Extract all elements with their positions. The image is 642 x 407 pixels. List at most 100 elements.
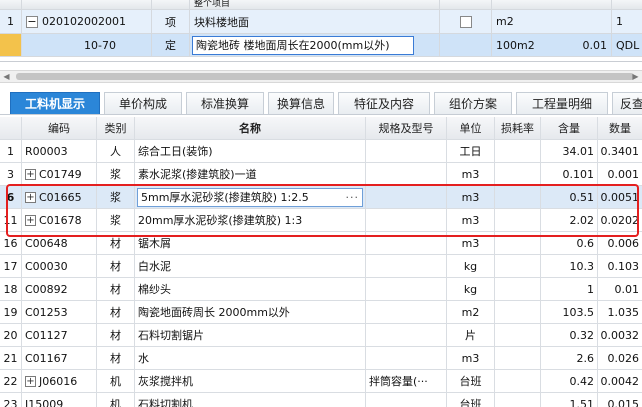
row-number: 20	[0, 324, 22, 346]
expand-icon[interactable]: +	[25, 191, 36, 203]
ellipsis-button[interactable]: ···	[346, 191, 360, 204]
table-row[interactable]: 23 J15009 机石料切割机 台班 1.51 0.015	[0, 393, 642, 407]
col-amount[interactable]: 数量	[598, 117, 642, 139]
cell-qty: 0.51	[541, 186, 598, 208]
top-row-bill-item[interactable]: 1 − 020102002001 项 块料楼地面 m2 1	[0, 10, 642, 34]
cell-amount: 0.001	[607, 167, 640, 181]
table-row[interactable]: 16 C00648 材锯木屑 m3 0.6 0.006	[0, 232, 642, 255]
scrollbar-thumb[interactable]	[16, 73, 634, 80]
cell-name: 棉纱头	[135, 278, 366, 300]
cell-name: 石料切割锯片	[135, 324, 366, 346]
quota-code: 10-70	[22, 34, 152, 56]
cell-amount: 0.0042	[600, 374, 640, 388]
code-text: C01678	[39, 213, 82, 227]
col-name[interactable]: 名称	[135, 117, 366, 139]
cell-spec	[366, 186, 447, 208]
top-row-checkbox[interactable]	[459, 15, 472, 28]
horizontal-scrollbar[interactable]: ◀ ▶	[0, 70, 642, 83]
top-row-quota-item[interactable]: 10-70 定 陶瓷地砖 楼地面周长在2000(mm以外) 100m2 0.01…	[0, 34, 642, 57]
cell-amount: 0.0032	[600, 328, 640, 342]
cell-name: 20mm厚水泥砂浆(掺建筑胶) 1:3	[135, 209, 366, 231]
current-row-marker	[0, 34, 22, 56]
row-number: 17	[0, 255, 22, 277]
cell-name: 灰浆搅拌机	[135, 370, 366, 392]
cell-type: 材	[97, 232, 135, 254]
cell-amount: 0.015	[607, 397, 640, 407]
tab-standard-conversion[interactable]: 标准换算	[186, 92, 264, 114]
cell-name: 水	[135, 347, 366, 369]
table-row[interactable]: 17 C00030 材白水泥 kg 10.3 0.103	[0, 255, 642, 278]
expand-icon[interactable]: +	[25, 214, 36, 226]
col-code[interactable]: 编码	[22, 117, 97, 139]
table-row[interactable]: 1 R00003 人综合工日(装饰) 工日 34.01 0.3401	[0, 140, 642, 163]
tab-unit-price[interactable]: 单价构成	[104, 92, 182, 114]
table-row[interactable]: 18 C00892 材棉纱头 kg 1 0.01	[0, 278, 642, 301]
cell-name: 综合工日(装饰)	[135, 140, 366, 162]
cell-loss	[495, 186, 541, 208]
cell-loss	[495, 347, 541, 369]
cell-spec	[366, 255, 447, 277]
col-loss[interactable]: 损耗率	[495, 117, 541, 139]
col-unit[interactable]: 单位	[447, 117, 495, 139]
cell-spec	[366, 232, 447, 254]
cell-spec	[366, 301, 447, 323]
cell-type: 浆	[97, 209, 135, 231]
code-text: C00030	[25, 259, 68, 273]
code-text: C00648	[25, 236, 68, 250]
cell-type: 浆	[97, 163, 135, 185]
code-text: C01167	[25, 351, 68, 365]
tab-quantity-detail[interactable]: 工程量明细	[516, 92, 608, 114]
name-input[interactable]: 5mm厚水泥砂浆(掺建筑胶) 1:2.5 ···	[137, 187, 363, 207]
table-row[interactable]: 6 + C01665 浆 5mm厚水泥砂浆(掺建筑胶) 1:2.5 ··· m3 0.51 0.…	[0, 186, 642, 209]
tab-reverse-lookup[interactable]: 反查	[612, 92, 642, 114]
cell-code: C00030	[22, 255, 97, 277]
cell-loss	[495, 278, 541, 300]
scroll-left-icon[interactable]: ◀	[0, 71, 13, 82]
cell-code: + C01665	[22, 186, 97, 208]
top-row-name: 块料楼地面	[190, 10, 440, 33]
code-text: R00003	[25, 144, 68, 158]
cell-loss	[495, 255, 541, 277]
row-number: 21	[0, 347, 22, 369]
scroll-right-icon[interactable]: ▶	[629, 71, 642, 82]
table-row[interactable]: 3 + C01749 浆素水泥浆(掺建筑胶)一道 m3 0.101 0.001	[0, 163, 642, 186]
tab-features[interactable]: 特征及内容	[338, 92, 430, 114]
cell-amount: 0.0051	[600, 190, 640, 204]
code-text: C01127	[25, 328, 68, 342]
quota-qty: 0.01	[582, 38, 608, 52]
cell-qty: 1	[541, 278, 598, 300]
cell-amount: 0.0202	[600, 213, 640, 227]
table-row[interactable]: 11 + C01678 浆 20mm厚水泥砂浆(掺建筑胶) 1:3 m3 2.02 0.020…	[0, 209, 642, 232]
cell-qty: 1.51	[541, 393, 598, 407]
code-text: C01253	[25, 305, 68, 319]
row-number: 19	[0, 301, 22, 323]
cell-type: 材	[97, 301, 135, 323]
code-text: C01749	[39, 167, 82, 181]
expand-icon[interactable]: +	[25, 375, 36, 387]
col-type[interactable]: 类别	[97, 117, 135, 139]
table-row[interactable]: 19 C01253 材陶瓷地面砖周长 2000mm以外 m2 103.5 1.035	[0, 301, 642, 324]
cell-amount: 1.035	[607, 305, 640, 319]
cell-unit: 台班	[447, 370, 495, 392]
cell-spec	[366, 347, 447, 369]
cell-qty: 0.32	[541, 324, 598, 346]
quota-name-input[interactable]: 陶瓷地砖 楼地面周长在2000(mm以外)	[192, 35, 414, 55]
top-grid-header: 整个项目	[0, 0, 642, 10]
cell-name: 锯木屑	[135, 232, 366, 254]
table-row[interactable]: 20 C01127 材石料切割锯片 片 0.32 0.0032	[0, 324, 642, 347]
table-row[interactable]: 21 C01167 材水 m3 2.6 0.026	[0, 347, 642, 370]
top-row-unit: m2	[492, 10, 612, 33]
col-spec[interactable]: 规格及型号	[366, 117, 447, 139]
tab-labor-material-machine[interactable]: 工料机显示	[10, 92, 100, 114]
collapse-icon[interactable]: −	[26, 15, 38, 28]
col-qty[interactable]: 含量	[541, 117, 598, 139]
cell-unit: m3	[447, 232, 495, 254]
cell-type: 材	[97, 347, 135, 369]
cell-name: 白水泥	[135, 255, 366, 277]
tab-pricing-scheme[interactable]: 组价方案	[434, 92, 512, 114]
tab-conversion-info[interactable]: 换算信息	[268, 92, 334, 114]
table-row[interactable]: 22 + J06016 机灰浆搅拌机 拌筒容量(··· 台班 0.42 0.0042	[0, 370, 642, 393]
cell-loss	[495, 301, 541, 323]
cell-spec	[366, 140, 447, 162]
expand-icon[interactable]: +	[25, 168, 36, 180]
